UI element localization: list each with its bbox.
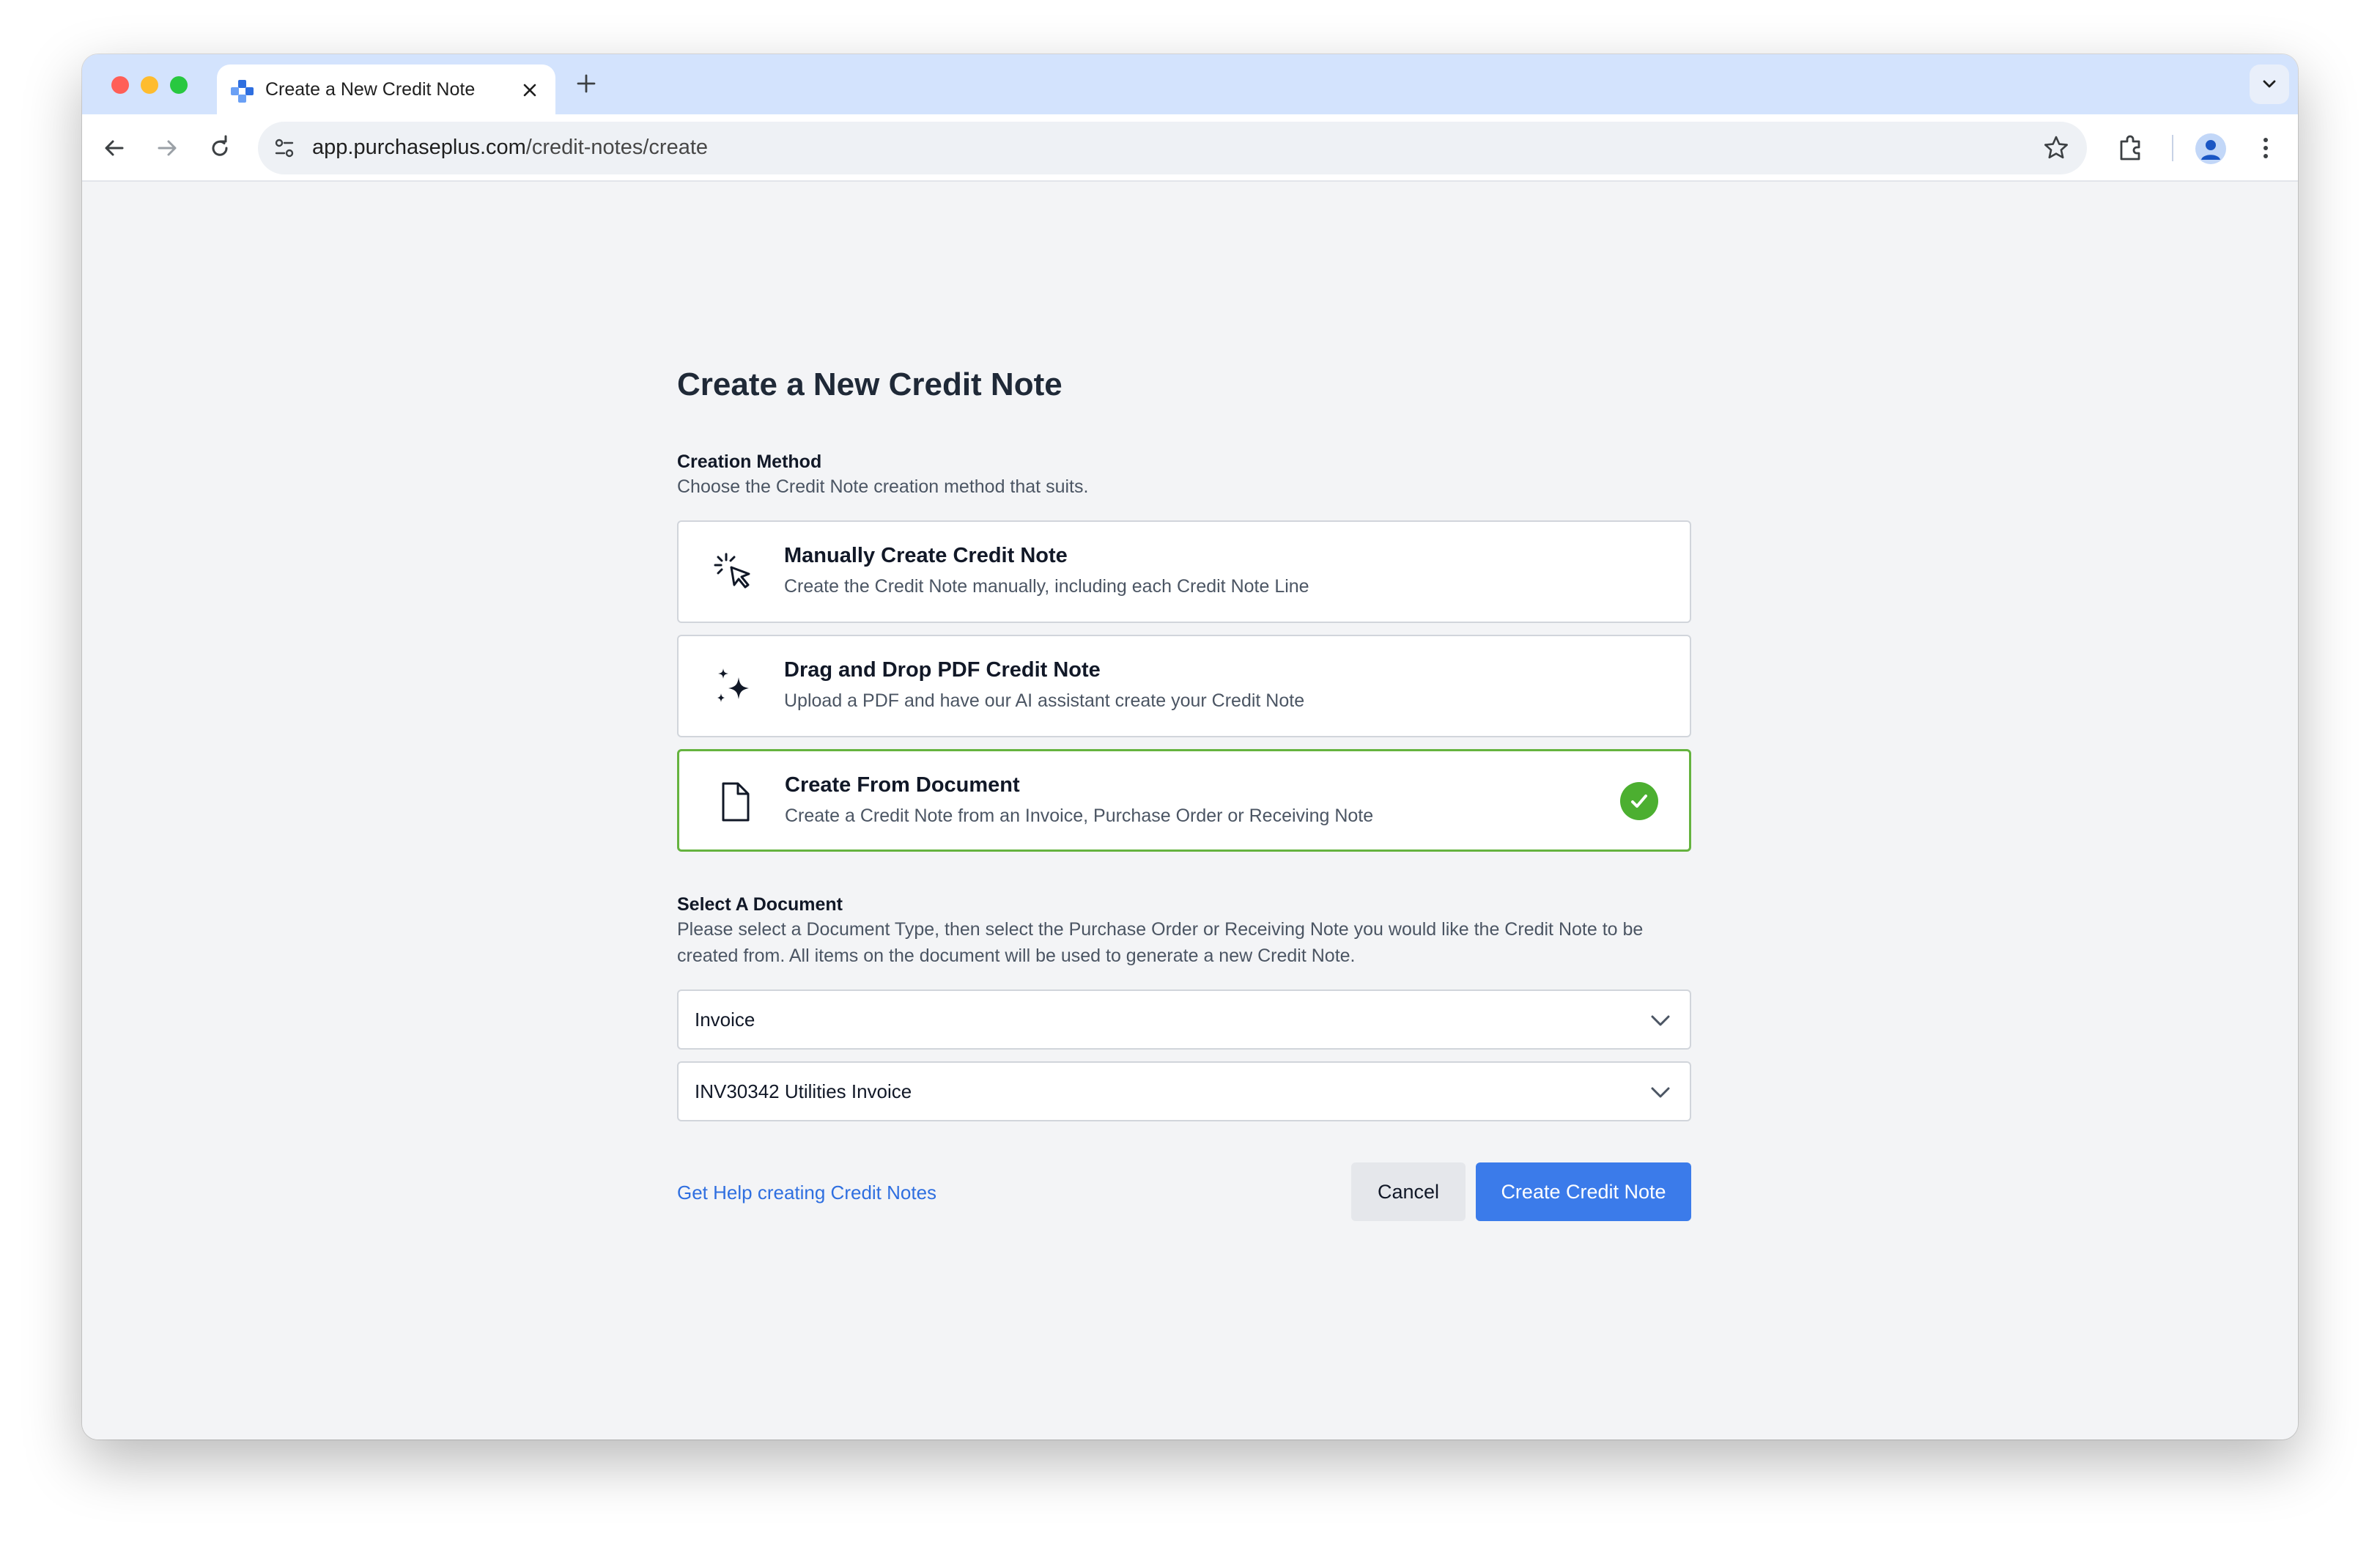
- selected-check-icon: [1620, 782, 1658, 820]
- document-select[interactable]: INV30342 Utilities Invoice: [677, 1061, 1691, 1121]
- more-menu-icon[interactable]: [2250, 132, 2282, 164]
- tab-search-button[interactable]: [2250, 64, 2289, 104]
- sparkles-icon: [717, 668, 749, 702]
- creation-method-label: Creation Method: [677, 452, 822, 472]
- page-content: Create a New Credit Note Creation Method…: [82, 183, 2298, 1440]
- close-tab-icon[interactable]: [520, 81, 539, 100]
- create-credit-note-button[interactable]: Create Credit Note: [1476, 1162, 1691, 1221]
- chevron-down-icon: [1651, 1015, 1670, 1026]
- new-tab-icon[interactable]: [573, 70, 599, 97]
- creation-method-description: Choose the Credit Note creation method t…: [677, 476, 1089, 497]
- browser-window: Create a New Credit Note app.purchaseplu…: [82, 54, 2298, 1440]
- cursor-click-icon: [714, 553, 750, 589]
- option-title: Manually Create Credit Note: [784, 544, 1068, 567]
- reload-icon[interactable]: [205, 133, 234, 163]
- close-window-button[interactable]: [111, 76, 129, 94]
- option-description: Upload a PDF and have our AI assistant c…: [784, 690, 1305, 711]
- checkmark-icon: [1631, 795, 1647, 808]
- option-drag-drop-pdf[interactable]: Drag and Drop PDF Credit Note Upload a P…: [677, 635, 1691, 737]
- select-document-description: Please select a Document Type, then sele…: [677, 919, 1644, 966]
- document-type-value: Invoice: [695, 1009, 755, 1031]
- tab-title: Create a New Credit Note: [265, 79, 476, 100]
- bookmark-star-icon[interactable]: [2041, 133, 2071, 163]
- chevron-down-icon: [1651, 1087, 1670, 1098]
- person-icon: [2201, 140, 2220, 160]
- back-arrow-icon[interactable]: [100, 133, 129, 163]
- help-link[interactable]: Get Help creating Credit Notes: [677, 1182, 936, 1204]
- chevron-down-icon: [2263, 80, 2276, 88]
- minimize-window-button[interactable]: [141, 76, 158, 94]
- active-tab[interactable]: Create a New Credit Note: [217, 64, 555, 114]
- maximize-window-button[interactable]: [170, 76, 188, 94]
- profile-avatar-icon[interactable]: [2195, 133, 2226, 164]
- browser-toolbar: app.purchaseplus.com/credit-notes/create: [82, 114, 2298, 182]
- url-path: /credit-notes/create: [525, 136, 709, 159]
- page-title: Create a New Credit Note: [677, 366, 1062, 402]
- option-description: Create a Credit Note from an Invoice, Pu…: [785, 806, 1374, 826]
- select-document-label: Select A Document: [677, 894, 843, 915]
- url-text: app.purchaseplus.com/credit-notes/create: [312, 136, 708, 160]
- option-description: Create the Credit Note manually, includi…: [784, 576, 1309, 597]
- option-title: Drag and Drop PDF Credit Note: [784, 658, 1101, 682]
- site-settings-icon[interactable]: [268, 132, 300, 164]
- option-title: Create From Document: [785, 773, 1020, 797]
- cancel-button[interactable]: Cancel: [1351, 1162, 1466, 1221]
- option-manual-create[interactable]: Manually Create Credit Note Create the C…: [677, 520, 1691, 623]
- document-value: INV30342 Utilities Invoice: [695, 1080, 912, 1102]
- toolbar-divider: [2172, 135, 2173, 161]
- address-bar[interactable]: app.purchaseplus.com/credit-notes/create: [258, 122, 2087, 174]
- purchaseplus-favicon-icon: [231, 80, 254, 103]
- document-type-select[interactable]: Invoice: [677, 989, 1691, 1050]
- tab-strip: Create a New Credit Note: [82, 54, 2298, 114]
- option-create-from-document[interactable]: Create From Document Create a Credit Not…: [677, 749, 1691, 852]
- extensions-puzzle-icon[interactable]: [2115, 132, 2147, 164]
- document-icon: [722, 782, 750, 822]
- url-host: app.purchaseplus.com: [312, 136, 526, 159]
- forward-arrow-icon[interactable]: [152, 133, 182, 163]
